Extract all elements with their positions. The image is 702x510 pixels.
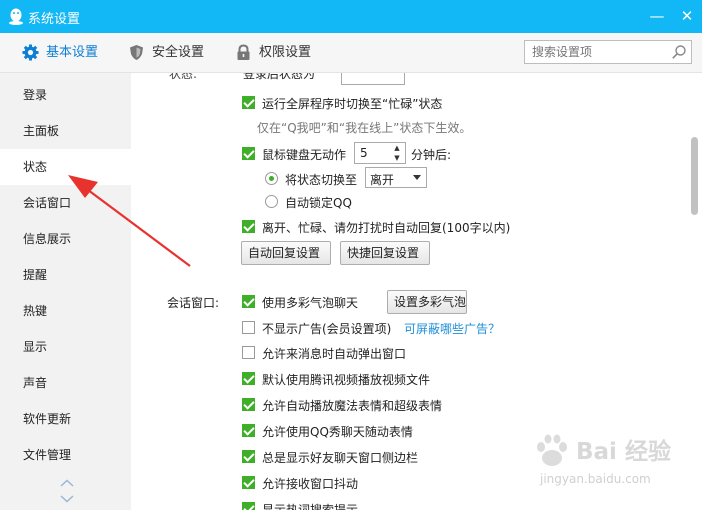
chat-window-section-label: 会话窗口: xyxy=(167,296,220,310)
gear-icon xyxy=(22,44,39,61)
lock-icon xyxy=(237,44,250,60)
settings-sidebar: 登录 主面板 状态 会话窗口 信息展示 提醒 热键 显示 声音 软件更新 文件管… xyxy=(0,73,131,510)
sidebar-item-main-panel[interactable]: 主面板 xyxy=(0,113,131,149)
auto-reply-checkbox[interactable] xyxy=(242,220,255,233)
chevron-up-icon[interactable] xyxy=(60,479,74,487)
tencent-video-label: 默认使用腾讯视频播放视频文件 xyxy=(262,373,431,387)
magic-emoji-label: 允许自动播放魔法表情和超级表情 xyxy=(262,399,443,413)
auto-popup-label: 允许来消息时自动弹出窗口 xyxy=(262,347,407,361)
watermark-brand: Bai 经验 xyxy=(576,439,671,465)
tab-label: 安全设置 xyxy=(152,45,205,60)
hot-search-checkbox[interactable] xyxy=(242,502,255,510)
sidebar-item-hotkeys[interactable]: 热键 xyxy=(0,293,131,329)
annotation-arrow xyxy=(68,175,191,267)
fullscreen-busy-label: 运行全屏程序时切换至“忙碌”状态 xyxy=(262,97,443,111)
auto-popup-checkbox[interactable] xyxy=(242,346,255,359)
window-shake-label: 允许接收窗口抖动 xyxy=(262,477,359,491)
login-status-label: 登录后状态为 xyxy=(243,73,316,81)
sidebar-item-file-manage[interactable]: 文件管理 xyxy=(0,437,131,473)
fullscreen-busy-hint: 仅在“Q我吧”和“我在线上”状态下生效。 xyxy=(257,121,472,135)
window-title: 系统设置 xyxy=(28,12,81,27)
baidu-watermark: Bai 经验 jingyan.baidu.com xyxy=(532,432,682,492)
idle-checkbox[interactable] xyxy=(242,147,255,160)
settings-search-input[interactable] xyxy=(525,41,679,63)
quick-reply-settings-button[interactable]: 快捷回复设置 xyxy=(340,241,430,265)
tab-label: 权限设置 xyxy=(259,45,312,60)
ad-list-link[interactable]: 可屏蔽哪些广告？ xyxy=(404,320,500,337)
switch-status-label: 将状态切换至 xyxy=(285,173,358,187)
idle-label: 鼠标键盘无动作 xyxy=(262,148,347,162)
sidebar-item-display[interactable]: 显示 xyxy=(0,329,131,365)
auto-lock-label: 自动锁定QQ xyxy=(285,196,352,210)
sidebar-item-update[interactable]: 软件更新 xyxy=(0,401,131,437)
auto-reply-settings-button[interactable]: 自动回复设置 xyxy=(241,241,331,265)
scrollbar-thumb[interactable] xyxy=(691,137,698,215)
hide-ads-label: 不显示广告(会员设置项) xyxy=(262,322,392,336)
hide-ads-checkbox[interactable] xyxy=(242,321,255,334)
login-status-select[interactable] xyxy=(341,73,405,85)
idle-minutes-suffix: 分钟后: xyxy=(411,148,452,162)
colorful-bubble-checkbox[interactable] xyxy=(242,295,255,308)
tencent-video-checkbox[interactable] xyxy=(242,372,255,385)
settings-search-box xyxy=(524,40,692,64)
bubble-settings-button[interactable]: 设置多彩气泡 xyxy=(387,290,467,314)
qqshow-emoji-checkbox[interactable] xyxy=(242,424,255,437)
hot-search-label: 显示热词搜索提示 xyxy=(262,503,359,510)
minimize-button[interactable]: — xyxy=(644,4,670,28)
switch-status-value: 离开 xyxy=(370,173,395,187)
sidebar-item-sound[interactable]: 声音 xyxy=(0,365,131,401)
sidebar-show-label: 总是显示好友聊天窗口侧边栏 xyxy=(262,451,419,465)
chevron-down-icon[interactable] xyxy=(60,495,74,503)
magic-emoji-checkbox[interactable] xyxy=(242,398,255,411)
switch-status-radio[interactable] xyxy=(265,172,278,185)
stepper-down-icon[interactable]: ▼ xyxy=(392,153,402,163)
shield-icon xyxy=(130,45,143,60)
status-section-label: 状态: xyxy=(169,73,198,81)
watermark-url: jingyan.baidu.com xyxy=(540,472,651,486)
dropdown-arrow-icon xyxy=(413,175,421,180)
auto-lock-radio[interactable] xyxy=(265,195,278,208)
sidebar-item-login[interactable]: 登录 xyxy=(0,77,131,113)
colorful-bubble-label: 使用多彩气泡聊天 xyxy=(262,296,359,310)
search-icon[interactable] xyxy=(671,44,687,60)
fullscreen-busy-checkbox[interactable] xyxy=(242,96,255,109)
window-shake-checkbox[interactable] xyxy=(242,476,255,489)
qqshow-emoji-label: 允许使用QQ秀聊天随动表情 xyxy=(262,425,413,439)
switch-status-select[interactable]: 离开 xyxy=(365,167,427,188)
settings-toolbar: 基本设置 安全设置 权限设置 xyxy=(0,33,702,73)
tab-label: 基本设置 xyxy=(46,45,99,60)
title-bar: 系统设置 — ✕ xyxy=(0,0,702,33)
auto-reply-label: 离开、忙碌、请勿打扰时自动回复(100字以内) xyxy=(262,221,511,235)
idle-minutes-value: 5 xyxy=(360,146,368,160)
qq-penguin-icon xyxy=(9,8,23,25)
close-button[interactable]: ✕ xyxy=(674,4,700,28)
stepper-up-icon[interactable]: ▲ xyxy=(392,143,402,153)
sidebar-show-checkbox[interactable] xyxy=(242,450,255,463)
idle-minutes-stepper[interactable]: 5 ▲ ▼ xyxy=(354,142,406,164)
paw-logo-icon xyxy=(537,434,567,466)
content-scrollbar[interactable] xyxy=(688,73,702,510)
